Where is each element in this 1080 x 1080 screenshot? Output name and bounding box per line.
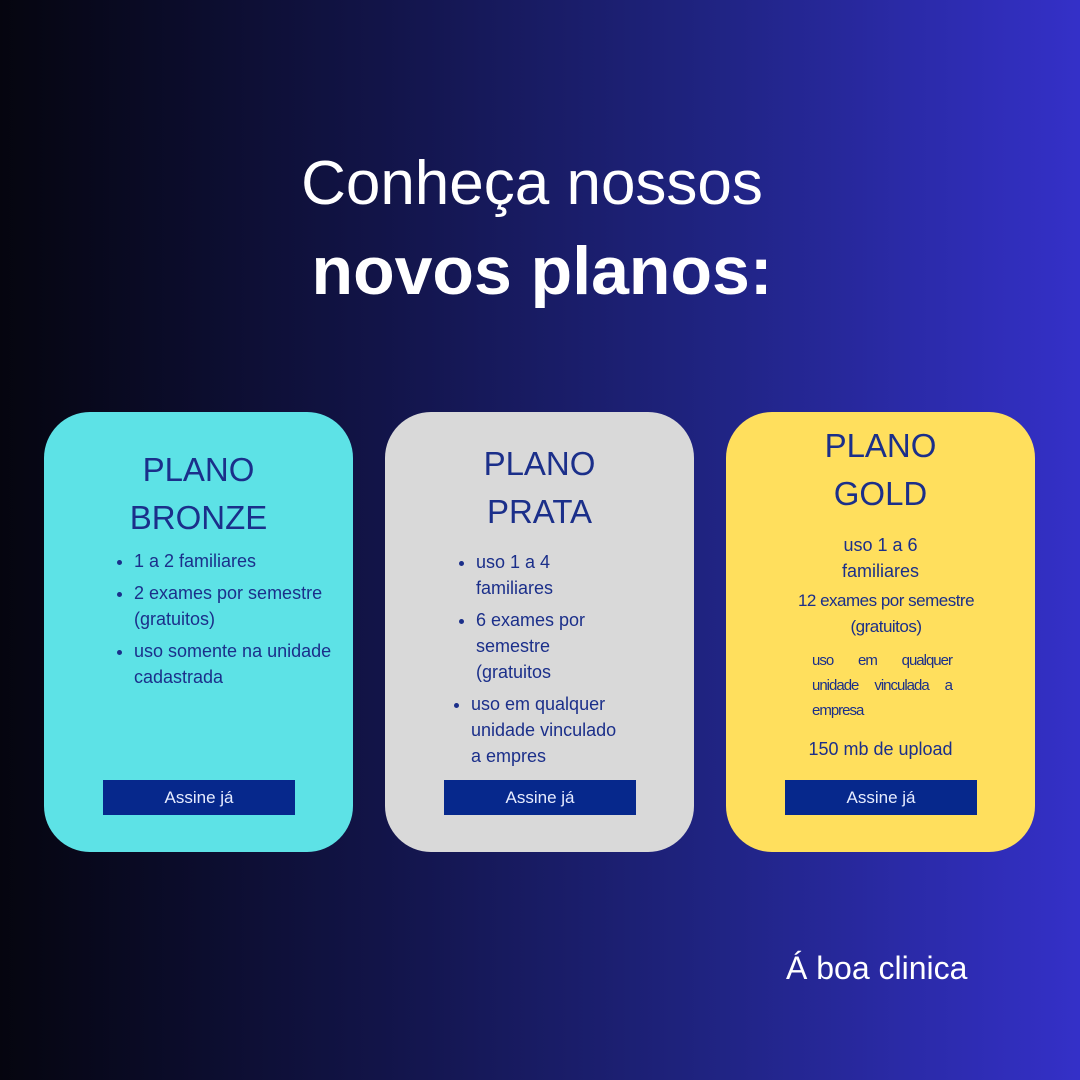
plan-features-bronze: 1 a 2 familiares 2 exames por semestre (… bbox=[114, 548, 354, 696]
plan-title-line-2: BRONZE bbox=[129, 499, 268, 536]
plan-features-prata: uso 1 a 4 familiares 6 exames por semest… bbox=[456, 549, 696, 775]
plan-title-line-2: GOLD bbox=[833, 475, 928, 512]
subscribe-button-prata[interactable]: Assine já bbox=[444, 780, 636, 815]
plan-feature: 12 exames por semestre (gratuitos) bbox=[797, 591, 975, 636]
plan-title-line-2: PRATA bbox=[486, 493, 593, 530]
plan-card-prata: PLANO PRATA uso 1 a 4 familiares 6 exame… bbox=[385, 412, 694, 852]
plan-title-line-1: PLANO bbox=[142, 451, 255, 488]
plan-feature: uso somente na unidade cadastrada bbox=[134, 638, 354, 690]
plan-feature: uso em qualquer unidade vinculada a empr… bbox=[812, 652, 953, 719]
plan-feature: uso 1 a 4 familiares bbox=[476, 549, 596, 601]
plan-title-prata: PLANO PRATA bbox=[385, 440, 694, 536]
plan-title-gold: PLANO GOLD bbox=[726, 422, 1035, 518]
plan-feature: familiares bbox=[841, 561, 920, 581]
plan-card-bronze: PLANO BRONZE 1 a 2 familiares 2 exames p… bbox=[44, 412, 353, 852]
subscribe-button-gold[interactable]: Assine já bbox=[785, 780, 977, 815]
plan-feature: 1 a 2 familiares bbox=[134, 548, 354, 574]
plan-feature: 2 exames por semestre (gratuitos) bbox=[134, 580, 354, 632]
subscribe-button-bronze[interactable]: Assine já bbox=[103, 780, 295, 815]
plan-feature: 150 mb de upload bbox=[808, 739, 953, 759]
brand-name: Á boa clinica bbox=[786, 950, 968, 986]
plan-card-gold: PLANO GOLD uso 1 a 6 familiares 12 exame… bbox=[726, 412, 1035, 852]
headline-line-1: Conheça nossos bbox=[301, 149, 763, 218]
headline-line-2: novos planos: bbox=[311, 233, 773, 309]
plan-title-line-1: PLANO bbox=[483, 445, 596, 482]
plan-feature: 6 exames por semestre (gratuitos bbox=[476, 607, 606, 685]
plan-feature: uso em qualquer unidade vinculado a empr… bbox=[471, 691, 631, 769]
plan-title-bronze: PLANO BRONZE bbox=[44, 446, 353, 542]
plan-title-line-1: PLANO bbox=[824, 427, 937, 464]
plan-feature: uso 1 a 6 bbox=[843, 535, 918, 555]
plan-feature-group: uso 1 a 6 familiares bbox=[726, 532, 1035, 584]
